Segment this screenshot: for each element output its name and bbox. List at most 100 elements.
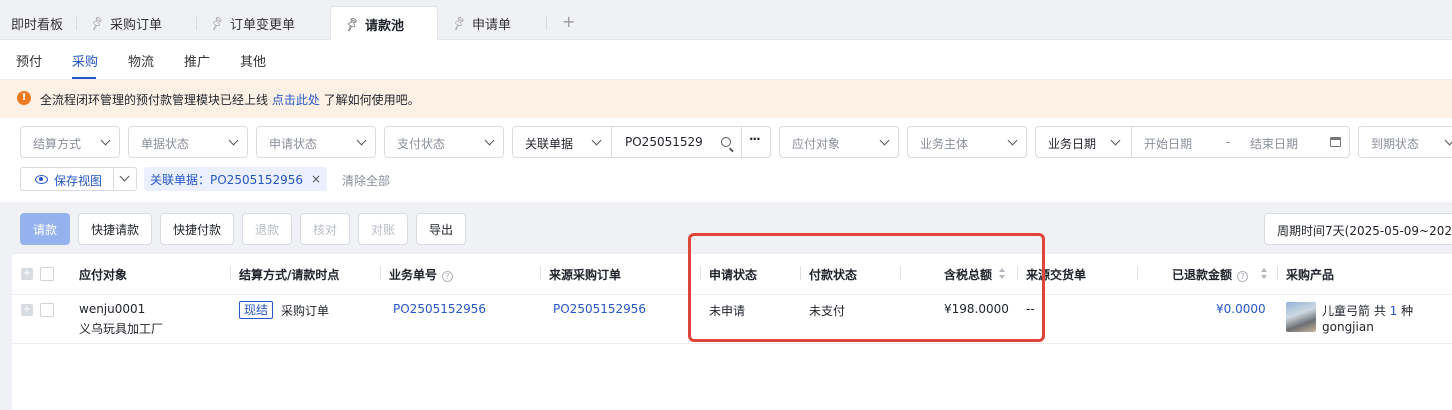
export-button[interactable]: 导出 bbox=[416, 213, 466, 245]
tab-payment-pool[interactable]: 📌︎ 请款池 bbox=[330, 6, 438, 41]
product-count-unit: 种 bbox=[1401, 304, 1414, 318]
chevron-down-icon bbox=[356, 135, 367, 146]
subtab-other[interactable]: 其他 bbox=[240, 51, 266, 70]
sort-icon[interactable] bbox=[1261, 268, 1267, 280]
product-thumbnail[interactable] bbox=[1286, 302, 1316, 332]
reconcile-button[interactable]: 对账 bbox=[358, 213, 408, 245]
tab-application[interactable]: 📌︎ 申请单 bbox=[450, 6, 511, 40]
pay-status-select[interactable]: 支付状态 bbox=[384, 126, 504, 158]
tab-label: 即时看板 bbox=[11, 17, 64, 33]
due-status-select[interactable]: 到期状态 bbox=[1358, 126, 1452, 158]
product-count-link[interactable]: 1 bbox=[1390, 304, 1398, 318]
tab-dashboard[interactable]: 即时看板 bbox=[11, 6, 63, 40]
header-product: 采购产品 bbox=[1286, 268, 1335, 282]
header-payee: 应付对象 bbox=[79, 268, 128, 282]
notice-link[interactable]: 点击此处 bbox=[272, 93, 320, 107]
settlement-point: 采购订单 bbox=[281, 304, 330, 318]
row-checkbox[interactable] bbox=[40, 303, 54, 317]
tab-label: 请款池 bbox=[364, 18, 404, 34]
save-view-button[interactable]: 保存视图 bbox=[20, 167, 137, 191]
help-icon[interactable]: ? bbox=[1237, 271, 1249, 282]
select-all-checkbox[interactable] bbox=[40, 267, 54, 281]
related-doc-type-select[interactable]: 关联单据 bbox=[525, 135, 573, 152]
chevron-down-icon bbox=[228, 135, 239, 146]
close-icon[interactable]: × bbox=[311, 172, 321, 186]
header-business-no: 业务单号? bbox=[389, 266, 454, 283]
add-tab-icon[interactable]: + bbox=[562, 12, 575, 31]
header-business-no-label: 业务单号 bbox=[389, 268, 438, 282]
notice-text: 全流程闭环管理的预付款管理模块已经上线 点击此处 了解如何使用吧。 bbox=[40, 91, 420, 108]
chevron-down-icon bbox=[879, 135, 890, 146]
column-divider bbox=[230, 266, 231, 280]
period-select[interactable]: 周期时间7天(2025-05-09~2025-05-15) bbox=[1264, 213, 1452, 245]
column-divider bbox=[380, 266, 381, 280]
product-sku: gongjian bbox=[1322, 320, 1374, 334]
header-refunded-label: 已退款金额 bbox=[1172, 268, 1233, 282]
refund-button[interactable]: 退款 bbox=[242, 213, 292, 245]
tab-divider bbox=[76, 16, 77, 30]
subtab-prepay[interactable]: 预付 bbox=[16, 51, 42, 70]
date-separator: - bbox=[1226, 135, 1231, 149]
quick-pay-button[interactable]: 快捷付款 bbox=[160, 213, 234, 245]
chevron-down-icon bbox=[1007, 135, 1018, 146]
pin-icon[interactable]: 📌︎ bbox=[208, 15, 226, 32]
more-icon[interactable]: ··· bbox=[749, 132, 761, 146]
business-entity-placeholder: 业务主体 bbox=[920, 137, 969, 151]
save-view-label: 保存视图 bbox=[54, 174, 103, 188]
tab-divider bbox=[196, 16, 197, 30]
expand-row-icon[interactable]: + bbox=[21, 304, 33, 316]
warning-icon: ! bbox=[17, 91, 31, 105]
chevron-down-icon bbox=[1444, 135, 1452, 146]
divider bbox=[741, 127, 742, 157]
business-no-link[interactable]: PO2505152956 bbox=[393, 302, 486, 316]
doc-status-placeholder: 单据状态 bbox=[141, 137, 190, 151]
end-date-input[interactable]: 结束日期 bbox=[1250, 135, 1298, 152]
tab-purchase-order[interactable]: 📌︎ 采购订单 bbox=[88, 6, 162, 40]
subtab-promotion[interactable]: 推广 bbox=[184, 51, 210, 70]
apply-status-select[interactable]: 申请状态 bbox=[256, 126, 376, 158]
doc-status-select[interactable]: 单据状态 bbox=[128, 126, 248, 158]
quick-request-button[interactable]: 快捷请款 bbox=[78, 213, 152, 245]
business-date-range: 业务日期 开始日期 - 结束日期 bbox=[1035, 126, 1350, 158]
column-divider bbox=[1277, 266, 1278, 280]
start-date-input[interactable]: 开始日期 bbox=[1144, 135, 1192, 152]
payee-code: wenju0001 bbox=[79, 302, 146, 316]
pin-icon[interactable]: 📌︎ bbox=[88, 15, 106, 32]
product-name: 儿童弓箭 共 bbox=[1322, 304, 1386, 318]
settlement-badge: 现结 bbox=[239, 301, 274, 319]
subtab-logistics[interactable]: 物流 bbox=[128, 51, 154, 70]
tab-order-change[interactable]: 📌︎ 订单变更单 bbox=[208, 6, 295, 40]
divider bbox=[611, 127, 612, 157]
related-doc-search: 关联单据 PO25051529 ··· bbox=[512, 126, 771, 158]
settlement-select[interactable]: 结算方式 bbox=[20, 126, 120, 158]
refunded-amount-link[interactable]: ¥0.0000 bbox=[1216, 302, 1266, 316]
search-icon[interactable] bbox=[721, 137, 731, 147]
column-divider bbox=[1137, 266, 1138, 280]
verify-button[interactable]: 核对 bbox=[300, 213, 350, 245]
header-source-po: 来源采购订单 bbox=[549, 268, 622, 282]
business-entity-select[interactable]: 业务主体 bbox=[907, 126, 1027, 158]
help-icon[interactable]: ? bbox=[442, 271, 454, 282]
chevron-down-icon[interactable] bbox=[119, 171, 130, 182]
column-divider bbox=[540, 266, 541, 280]
pin-icon[interactable]: 📌︎ bbox=[343, 16, 361, 33]
related-doc-input[interactable]: PO25051529 bbox=[625, 135, 713, 149]
chevron-down-icon bbox=[1110, 135, 1121, 146]
notice-banner: ! 全流程闭环管理的预付款管理模块已经上线 点击此处 了解如何使用吧。 bbox=[0, 80, 1452, 118]
row-divider bbox=[12, 343, 1452, 344]
calendar-icon[interactable] bbox=[1330, 137, 1341, 147]
clear-all-link[interactable]: 清除全部 bbox=[342, 172, 390, 189]
chevron-down-icon bbox=[484, 135, 495, 146]
expand-all-icon[interactable]: + bbox=[21, 268, 33, 280]
source-po-link[interactable]: PO2505152956 bbox=[553, 302, 646, 316]
payee-select[interactable]: 应付对象 bbox=[779, 126, 899, 158]
pay-status-placeholder: 支付状态 bbox=[397, 137, 446, 151]
filter-tag: 关联单据：PO2505152956 × bbox=[144, 167, 328, 191]
request-payment-button[interactable]: 请款 bbox=[20, 213, 70, 245]
header-settlement: 结算方式/请款时点 bbox=[239, 268, 340, 282]
date-type-select[interactable]: 业务日期 bbox=[1048, 135, 1096, 152]
payee-placeholder: 应付对象 bbox=[792, 137, 841, 151]
chevron-down-icon bbox=[100, 135, 111, 146]
subtab-purchase[interactable]: 采购 bbox=[72, 51, 98, 70]
pin-icon[interactable]: 📌︎ bbox=[450, 15, 468, 32]
